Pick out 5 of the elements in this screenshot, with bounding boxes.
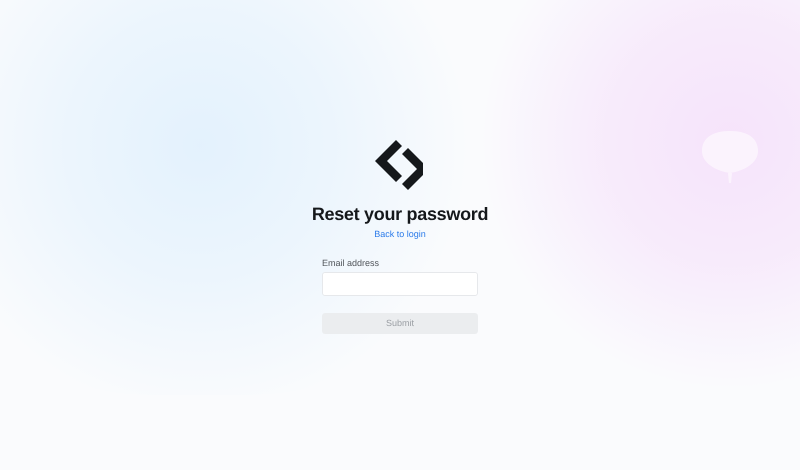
back-to-login-link[interactable]: Back to login — [374, 228, 426, 240]
email-label: Email address — [322, 257, 380, 269]
logo-icon — [374, 139, 426, 191]
email-input[interactable] — [322, 272, 478, 296]
page-title: Reset your password — [312, 203, 488, 225]
